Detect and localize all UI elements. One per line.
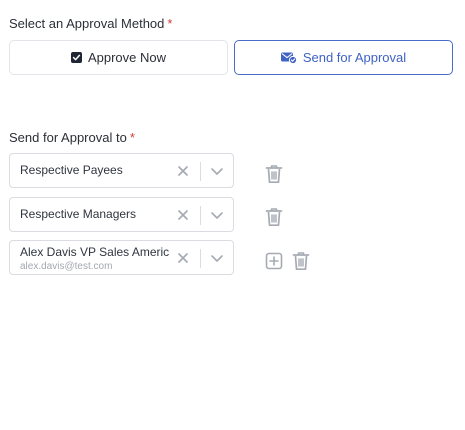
send-for-approval-label: Send for Approval <box>302 50 407 65</box>
approver-select-value: Alex Davis VP Sales Americ <box>20 245 170 259</box>
close-icon[interactable] <box>176 251 190 265</box>
required-mark: * <box>129 130 135 145</box>
trash-icon[interactable] <box>292 251 310 271</box>
trash-icon[interactable] <box>265 207 283 227</box>
close-icon[interactable] <box>176 208 190 222</box>
required-mark: * <box>167 16 173 31</box>
plus-square-icon[interactable] <box>265 252 283 270</box>
select-separator <box>200 206 201 225</box>
approval-form: Select an Approval Method * Approve Now S… <box>0 0 465 430</box>
mail-check-icon <box>280 52 297 64</box>
chevron-down-icon[interactable] <box>209 164 225 178</box>
approver-select-value: Respective Managers <box>20 207 137 221</box>
checked-checkbox-icon <box>70 52 82 63</box>
send-to-label-text: Send for Approval to <box>9 130 127 145</box>
trash-icon[interactable] <box>265 164 283 184</box>
send-to-label: Send for Approval to * <box>9 130 135 145</box>
approval-method-label-text: Select an Approval Method <box>9 16 165 31</box>
chevron-down-icon[interactable] <box>209 208 225 222</box>
close-icon[interactable] <box>176 164 190 178</box>
approve-now-label: Approve Now <box>87 50 167 65</box>
approver-select-value: Respective Payees <box>20 163 123 177</box>
send-for-approval-button[interactable]: Send for Approval <box>234 40 453 75</box>
approver-select-2[interactable]: Respective Managers <box>9 197 234 232</box>
approver-email: alex.davis@test.com <box>20 261 113 272</box>
approval-method-label: Select an Approval Method * <box>9 16 172 31</box>
chevron-down-icon[interactable] <box>209 251 225 265</box>
select-separator <box>200 249 201 268</box>
approver-select-1[interactable]: Respective Payees <box>9 153 234 188</box>
approve-now-button[interactable]: Approve Now <box>9 40 228 75</box>
select-separator <box>200 162 201 181</box>
approver-select-3[interactable]: Alex Davis VP Sales Americ alex.davis@te… <box>9 240 234 275</box>
